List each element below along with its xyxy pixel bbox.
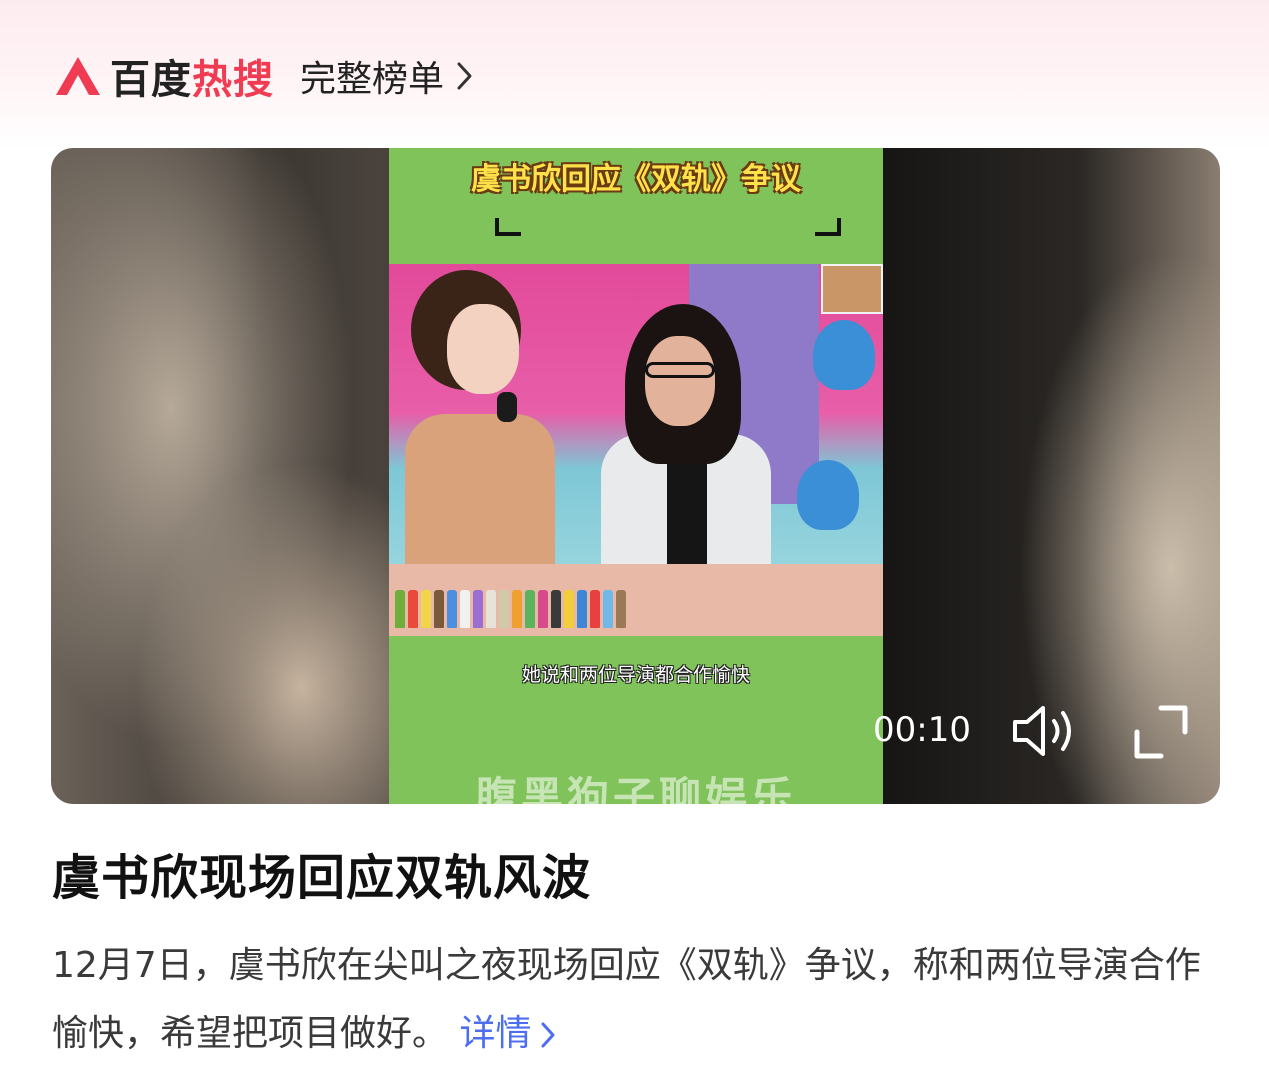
baidu-hot-search-logo-icon bbox=[56, 57, 100, 95]
fullscreen-icon[interactable] bbox=[1131, 702, 1191, 762]
volume-icon[interactable] bbox=[1009, 702, 1081, 760]
scene-dog-thumbnail bbox=[821, 264, 883, 314]
video-watermark: 腹黑狗子聊娱乐 bbox=[474, 773, 797, 804]
scene-glasses bbox=[645, 362, 715, 378]
video-scene-image bbox=[389, 264, 883, 636]
brand-title: 百度热搜 bbox=[110, 47, 274, 105]
scene-microphone bbox=[497, 392, 517, 422]
article-headline[interactable]: 虞书欣现场回应双轨风波 bbox=[52, 838, 591, 908]
frame-corner-right bbox=[815, 218, 841, 236]
video-subtitle: 她说和两位导演都合作愉快 bbox=[521, 664, 750, 686]
chevron-right-icon bbox=[457, 62, 472, 90]
scene-mascot bbox=[797, 460, 859, 530]
article-description-text: 12月7日，虞书欣在尖叫之夜现场回应《双轨》争议，称和两位导演合作愉快，希望把项… bbox=[52, 945, 1201, 1054]
scene-person-left-face bbox=[447, 304, 519, 394]
details-link-label: 详情 bbox=[459, 1013, 532, 1054]
video-frame: 虞书欣回应《双轨》争议 她说和两位导演都合作愉快 腹黑狗子聊娱乐 bbox=[389, 148, 883, 804]
video-time: 00:10 bbox=[873, 710, 971, 750]
header-bar: 百度热搜 完整榜单 bbox=[52, 46, 476, 106]
frame-corner-left bbox=[495, 218, 521, 236]
article-description: 12月7日，虞书欣在尖叫之夜现场回应《双轨》争议，称和两位导演合作愉快，希望把项… bbox=[52, 932, 1222, 1068]
chevron-right-icon bbox=[541, 1022, 555, 1048]
scene-mascot bbox=[813, 320, 875, 390]
video-player[interactable]: 虞书欣回应《双轨》争议 她说和两位导演都合作愉快 腹黑狗子聊娱乐 00:10 bbox=[51, 148, 1220, 804]
brand-title-hot: 热搜 bbox=[192, 57, 274, 103]
brand-title-regular: 百度 bbox=[110, 57, 192, 103]
scene-person-right-face bbox=[645, 336, 715, 426]
full-ranking-label: 完整榜单 bbox=[300, 59, 445, 100]
full-ranking-link[interactable]: 完整榜单 bbox=[300, 50, 476, 102]
scene-paint-bottles bbox=[389, 582, 883, 628]
video-overlay-title: 虞书欣回应《双轨》争议 bbox=[471, 162, 801, 197]
details-link[interactable]: 详情 bbox=[459, 1013, 557, 1054]
